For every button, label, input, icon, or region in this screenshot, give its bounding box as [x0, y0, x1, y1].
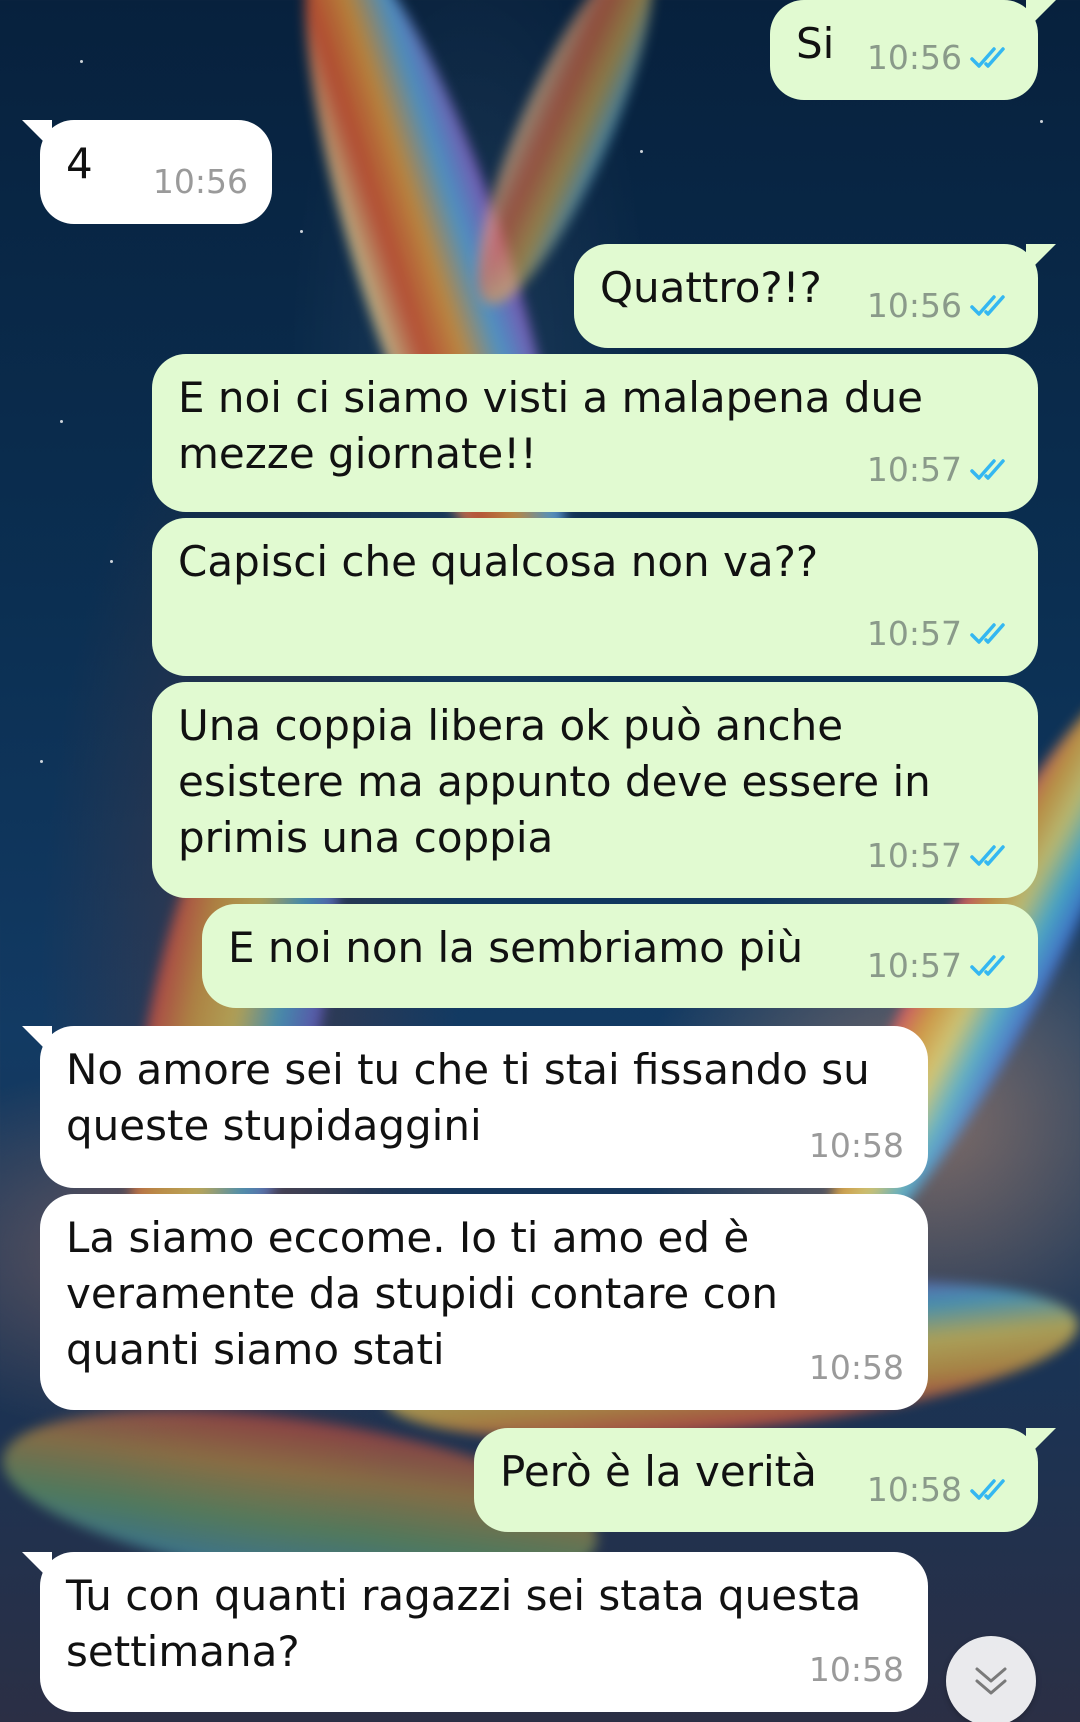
message-text: Tu con quanti ragazzi sei stata questa s… — [66, 1571, 862, 1676]
double-chevron-down-icon — [975, 1667, 1007, 1695]
bubble-tail — [1026, 244, 1056, 274]
read-receipt-double-check-icon — [970, 295, 1005, 316]
message-meta: 10:57 — [867, 938, 1014, 994]
message-time: 10:57 — [866, 450, 962, 489]
message-meta: 10:56 — [867, 30, 1014, 86]
read-receipt-double-check-icon — [970, 47, 1005, 68]
outgoing-message[interactable]: Capisci che qualcosa non va?? 10:57 — [152, 518, 1038, 676]
message-time: 10:57 — [866, 946, 962, 985]
message-time: 10:58 — [866, 1470, 962, 1509]
message-text: Capisci che qualcosa non va?? — [178, 537, 819, 586]
message-meta: 10:58 — [809, 1642, 904, 1698]
outgoing-message[interactable]: E noi ci siamo visti a malapena due mezz… — [152, 354, 1038, 512]
bubble-tail — [1026, 0, 1056, 30]
bubble-tail — [22, 1026, 52, 1056]
message-time: 10:56 — [866, 286, 962, 325]
read-receipt-double-check-icon — [970, 623, 1005, 644]
message-time: 10:57 — [866, 836, 962, 875]
read-receipt-double-check-icon — [970, 1479, 1005, 1500]
message-meta: 10:58 — [809, 1118, 904, 1174]
message-time: 10:58 — [808, 1650, 904, 1689]
outgoing-message[interactable]: E noi non la sembriamo più 10:57 — [202, 904, 1038, 1008]
incoming-message[interactable]: La siamo eccome. Io ti amo ed è verament… — [40, 1194, 928, 1410]
message-list[interactable]: Si 10:56 4 10:56 Quattro?!? 10:56 E noi … — [0, 0, 1080, 1722]
message-text: La siamo eccome. Io ti amo ed è verament… — [66, 1213, 779, 1374]
scroll-to-bottom-button[interactable] — [946, 1636, 1036, 1722]
outgoing-message[interactable]: Però è la verità 10:58 — [474, 1428, 1056, 1532]
message-time: 10:57 — [866, 614, 962, 653]
message-meta: 10:56 — [867, 278, 1014, 334]
message-meta: 10:56 — [153, 154, 248, 210]
outgoing-message[interactable]: Si 10:56 — [770, 0, 1056, 100]
bubble-tail — [22, 1552, 52, 1582]
bubble-tail — [22, 120, 52, 150]
message-meta: 10:58 — [809, 1340, 904, 1396]
outgoing-message[interactable]: Una coppia libera ok può anche esistere … — [152, 682, 1038, 898]
outgoing-message[interactable]: Quattro?!? 10:56 — [574, 244, 1056, 348]
incoming-message[interactable]: 4 10:56 — [22, 120, 272, 224]
message-meta: 10:58 — [867, 1462, 1014, 1518]
bubble-tail — [1026, 1428, 1056, 1458]
message-text: No amore sei tu che ti stai fissando su … — [66, 1045, 870, 1150]
message-time: 10:58 — [808, 1126, 904, 1165]
incoming-message[interactable]: No amore sei tu che ti stai fissando su … — [22, 1026, 928, 1188]
message-meta: 10:57 — [867, 828, 1014, 884]
message-time: 10:56 — [152, 162, 248, 201]
message-time: 10:58 — [808, 1348, 904, 1387]
read-receipt-double-check-icon — [970, 459, 1005, 480]
read-receipt-double-check-icon — [970, 955, 1005, 976]
message-meta: 10:57 — [867, 442, 1014, 498]
message-meta: 10:57 — [867, 606, 1014, 662]
message-time: 10:56 — [866, 38, 962, 77]
incoming-message[interactable]: Tu con quanti ragazzi sei stata questa s… — [22, 1552, 928, 1712]
read-receipt-double-check-icon — [970, 845, 1005, 866]
